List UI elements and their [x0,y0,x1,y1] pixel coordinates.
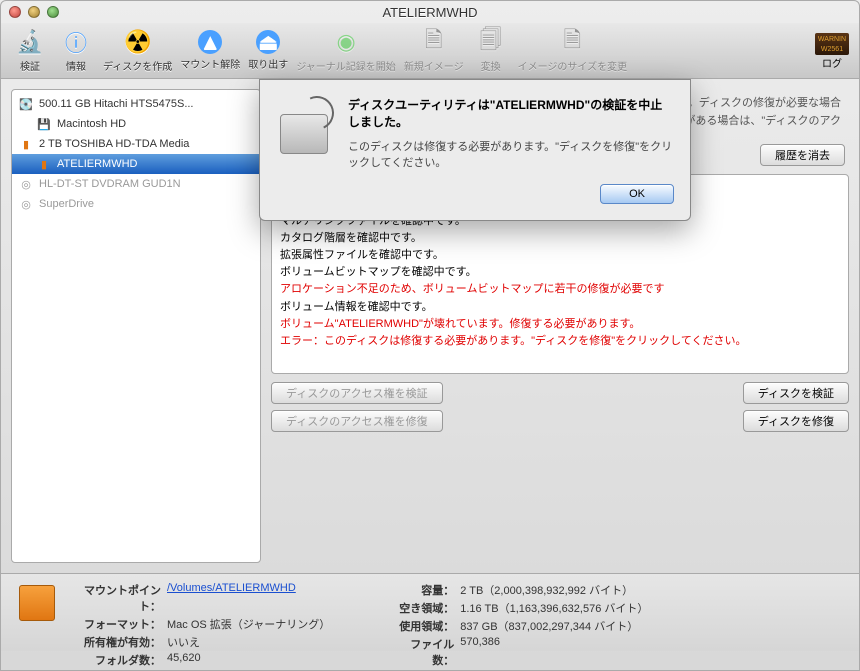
log-line: カタログ階層を確認中です。 [280,230,840,247]
log-line: アロケーション不足のため、ボリュームビットマップに若干の修復が必要です [280,281,840,298]
info-icon: ⓘ [62,28,90,56]
footer-label: フォルダ数： [67,652,167,668]
toolbar-label: 検証 [20,58,40,73]
toolbar-unmount[interactable]: ▲ マウント解除 [176,28,244,73]
sidebar-item-macintosh-hd[interactable]: 💾 Macintosh HD [12,114,260,134]
mount-point-link[interactable]: /Volumes/ATELIERMWHD [167,582,296,594]
optical-icon: ◎ [18,196,34,212]
toolbar-label: 変換 [481,58,501,73]
toolbar-convert: 🗐 変換 [468,26,514,75]
toolbar-label: イメージのサイズを変更 [518,58,628,73]
sidebar-item-dvdram[interactable]: ◎ HL-DT-ST DVDRAM GUD1N [12,174,260,194]
eject-icon: ⏏ [256,30,280,54]
footer-label: フォーマット： [67,616,167,632]
footer-value: 837 GB（837,002,297,344 バイト） [460,618,638,634]
sidebar-item-hitachi[interactable]: 💽 500.11 GB Hitachi HTS5475S... [12,94,260,114]
unmount-icon: ▲ [198,30,222,54]
footer-label: 容量： [390,582,460,598]
dialog-title: ディスクユーティリティは"ATELIERMWHD"の検証を中止しました。 [348,96,674,130]
burn-icon: ☢️ [124,28,152,56]
alert-dialog: ディスクユーティリティは"ATELIERMWHD"の検証を中止しました。 このデ… [259,79,691,221]
footer-label: 空き領域： [390,600,460,616]
log-line: ボリューム情報を確認中です。 [280,299,840,316]
sidebar-item-label: 500.11 GB Hitachi HTS5475S... [39,98,194,110]
external-hdd-icon: ▮ [18,136,34,152]
toolbar-eject[interactable]: ⏏ 取り出す [244,28,292,73]
footer-value: 45,620 [167,652,201,668]
toolbar-label: ディスクを作成 [103,58,172,73]
footer-value: 1.16 TB（1,163,396,632,576 バイト） [460,600,648,616]
sidebar-item-label: Macintosh HD [57,118,126,130]
toolbar-label: 情報 [66,58,86,73]
footer-label: 使用領域： [390,618,460,634]
footer-label: 所有権が有効： [67,634,167,650]
footer-value: Mac OS 拡張（ジャーナリング） [167,616,330,632]
toolbar-burn[interactable]: ☢️ ディスクを作成 [99,26,176,75]
toolbar-info[interactable]: ⓘ 情報 [53,26,99,75]
log-line: エラー：このディスクは修復する必要があります。"ディスクを修復"をクリックしてく… [280,333,840,350]
toolbar-journal: ◉ ジャーナル記録を開始 [292,26,400,75]
dialog-text: このディスクは修復する必要があります。"ディスクを修復"をクリックしてください。 [348,138,674,170]
verify-permissions-button: ディスクのアクセス権を検証 [271,382,443,404]
sidebar-item-label: 2 TB TOSHIBA HD-TDA Media [39,138,189,150]
disk-utility-window: ATELIERMWHD 🔬 検証 ⓘ 情報 ☢️ ディスクを作成 ▲ マウント解… [0,0,860,671]
minimize-icon[interactable] [28,6,40,18]
sidebar-item-ateliermwhd[interactable]: ▮ ATELIERMWHD [12,154,260,174]
sidebar: 💽 500.11 GB Hitachi HTS5475S... 💾 Macint… [11,89,261,563]
footer-label: ファイル数： [390,636,460,668]
toolbar-label: マウント解除 [180,56,240,71]
log-line: 拡張属性ファイルを確認中です。 [280,247,840,264]
toolbar-verify[interactable]: 🔬 検証 [7,26,53,75]
log-icon: WARNINW2561 [815,33,849,55]
disk-utility-icon [276,96,334,154]
resize-icon: 🗎 [558,28,586,56]
verify-disk-button[interactable]: ディスクを検証 [743,382,849,404]
close-icon[interactable] [9,6,21,18]
optical-icon: ◎ [18,176,34,192]
window-title: ATELIERMWHD [1,5,859,20]
toolbar-log[interactable]: WARNINW2561 ログ [811,33,853,67]
new-image-icon: 🗎 [420,28,448,56]
repair-disk-button[interactable]: ディスクを修復 [743,410,849,432]
footer-value: 2 TB（2,000,398,932,992 バイト） [460,582,633,598]
repair-permissions-button: ディスクのアクセス権を修復 [271,410,443,432]
clear-history-button[interactable]: 履歴を消去 [760,144,845,166]
toolbar-label: ログ [822,55,842,70]
sidebar-item-label: ATELIERMWHD [57,158,137,170]
external-volume-icon: ▮ [36,156,52,172]
toolbar-label: 取り出す [248,56,288,71]
log-line: ボリュームビットマップを確認中です。 [280,264,840,281]
journal-icon: ◉ [332,28,360,56]
sidebar-item-label: SuperDrive [39,198,94,210]
zoom-icon[interactable] [47,6,59,18]
footer-value: いいえ [167,634,200,650]
toolbar-newimage: 🗎 新規イメージ [400,26,468,75]
toolbar-label: 新規イメージ [404,58,464,73]
ok-button[interactable]: OK [600,184,674,204]
titlebar: ATELIERMWHD [1,1,859,23]
action-buttons: ディスクのアクセス権を検証 ディスクを検証 ディスクのアクセス権を修復 ディスク… [271,382,849,432]
toolbar: 🔬 検証 ⓘ 情報 ☢️ ディスクを作成 ▲ マウント解除 ⏏ 取り出す ◉ ジ… [1,23,859,79]
microscope-icon: 🔬 [16,28,44,56]
volume-icon: 💾 [36,116,52,132]
footer-value: 570,386 [460,636,500,668]
sidebar-item-label: HL-DT-ST DVDRAM GUD1N [39,178,181,190]
sidebar-item-superdrive[interactable]: ◎ SuperDrive [12,194,260,214]
footer-label: マウントポイント： [67,582,167,614]
log-line: ボリューム"ATELIERMWHD"が壊れています。修復する必要があります。 [280,316,840,333]
toolbar-resize: 🗎 イメージのサイズを変更 [514,26,632,75]
sidebar-item-toshiba[interactable]: ▮ 2 TB TOSHIBA HD-TDA Media [12,134,260,154]
volume-large-icon [19,585,55,621]
toolbar-label: ジャーナル記録を開始 [296,58,396,73]
hdd-icon: 💽 [18,96,34,112]
convert-icon: 🗐 [477,28,505,56]
traffic-lights [9,6,59,18]
footer-info: マウントポイント：/Volumes/ATELIERMWHD フォーマット：Mac… [1,573,859,651]
